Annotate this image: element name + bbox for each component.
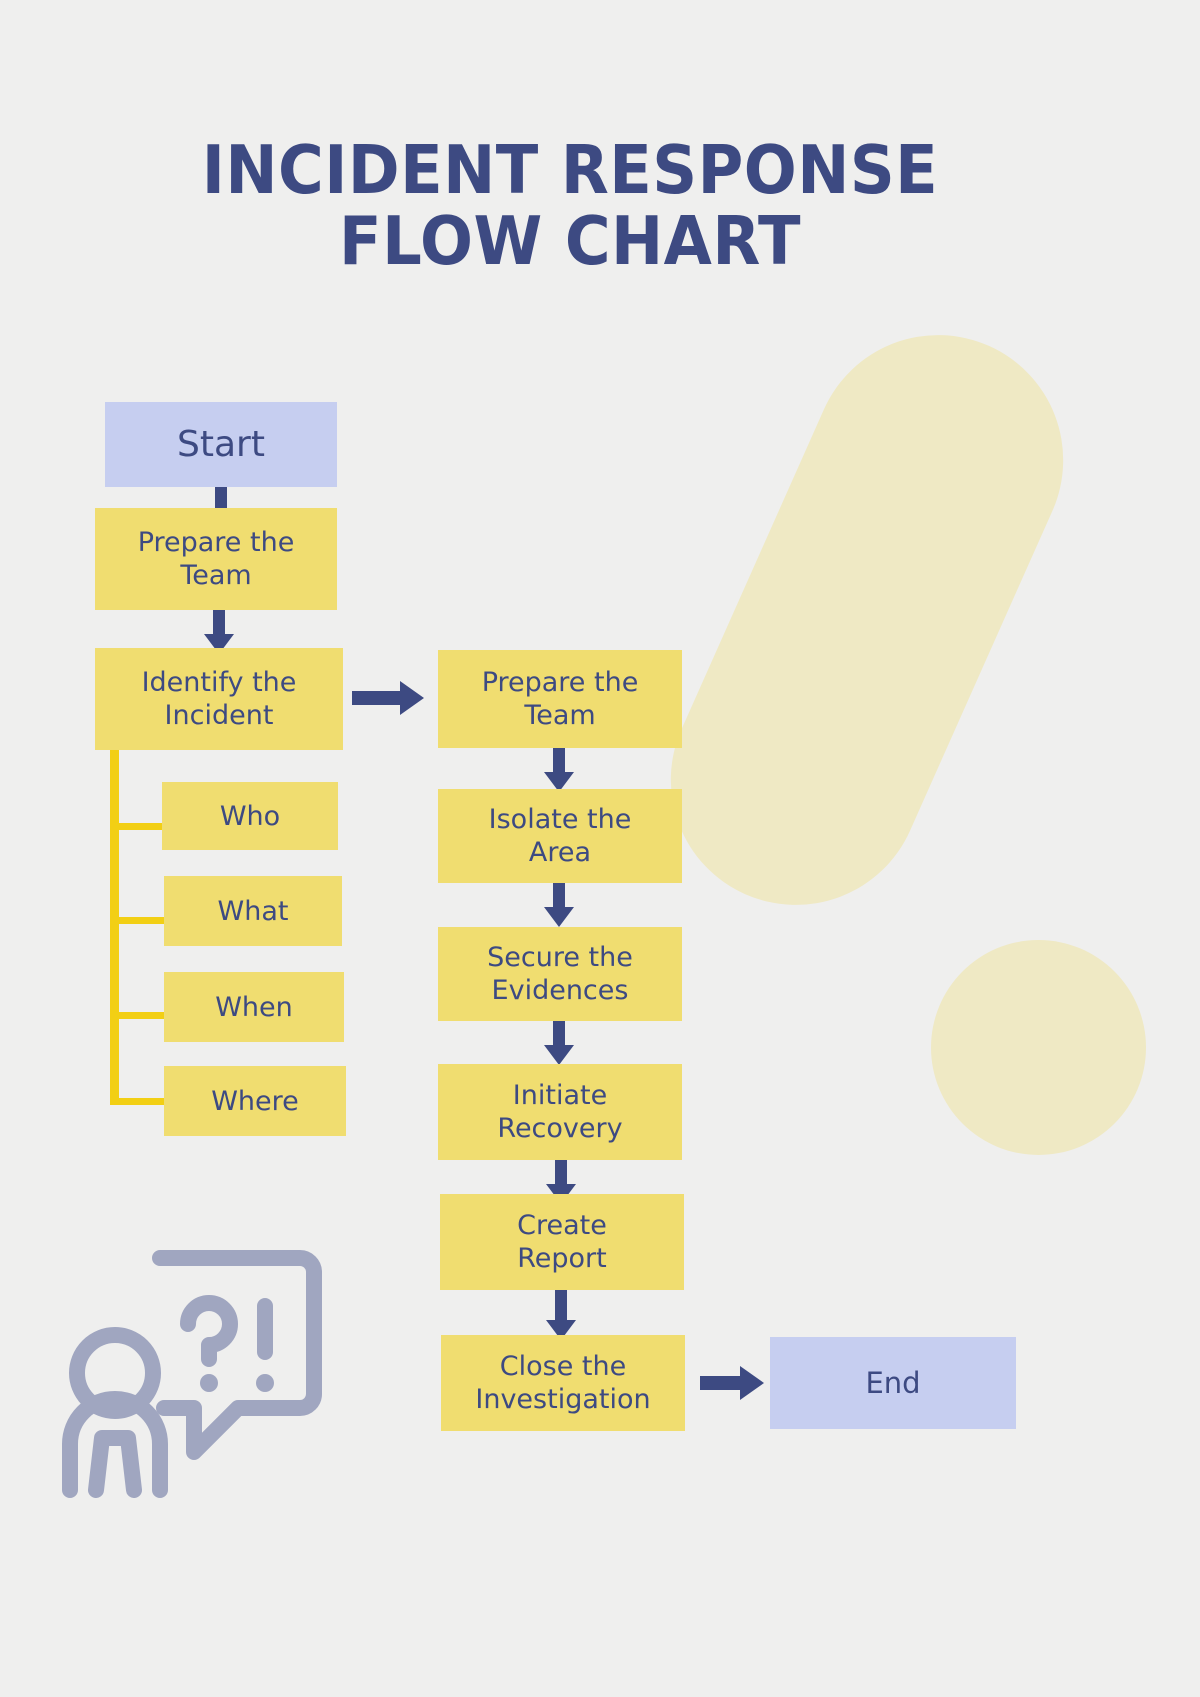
- node-prepare-team-right-line2: Team: [524, 700, 596, 731]
- node-start[interactable]: Start: [105, 402, 337, 487]
- node-secure-evidences-line1: Secure the: [487, 942, 633, 973]
- node-what[interactable]: What: [164, 876, 342, 946]
- speech-bubble-shape: [152, 1250, 322, 1460]
- node-isolate-area-line2: Area: [528, 837, 592, 868]
- node-where[interactable]: Where: [164, 1066, 346, 1136]
- node-create-report-line2: Report: [517, 1243, 607, 1274]
- bracket-connector-who: [119, 823, 167, 830]
- node-what-label: What: [217, 895, 289, 927]
- node-when-label: When: [215, 991, 293, 1023]
- bracket-connector-what: [119, 917, 167, 924]
- question-mark-dot: [200, 1374, 218, 1392]
- page-title: INCIDENT RESPONSE FLOW CHART: [40, 135, 1100, 277]
- node-initiate-recovery[interactable]: Initiate Recovery: [438, 1064, 682, 1160]
- exclamation-bar-decoration: [630, 295, 1104, 945]
- bracket-vertical-line: [110, 750, 119, 1105]
- node-create-report-line1: Create: [517, 1210, 607, 1241]
- question-mark-icon: [180, 1295, 238, 1367]
- node-close-investigation-line1: Close the: [499, 1351, 627, 1382]
- person-question-exclamation-icon: [60, 1228, 335, 1498]
- node-end-label: End: [865, 1365, 921, 1400]
- node-when[interactable]: When: [164, 972, 344, 1042]
- node-identify-incident[interactable]: Identify the Incident: [95, 648, 343, 750]
- page-title-line1: INCIDENT RESPONSE: [201, 131, 939, 209]
- page-title-line2: FLOW CHART: [339, 202, 801, 280]
- node-close-investigation[interactable]: Close the Investigation: [441, 1335, 685, 1431]
- node-where-label: Where: [211, 1085, 299, 1117]
- node-initiate-recovery-line1: Initiate: [512, 1080, 608, 1111]
- node-initiate-recovery-line2: Recovery: [497, 1113, 623, 1144]
- node-prepare-team-right[interactable]: Prepare the Team: [438, 650, 682, 748]
- node-end[interactable]: End: [770, 1337, 1016, 1429]
- node-prepare-team-right-line1: Prepare the: [481, 667, 639, 698]
- node-isolate-area-line1: Isolate the: [488, 804, 632, 835]
- node-prepare-team-left[interactable]: Prepare the Team: [95, 508, 337, 610]
- node-isolate-area[interactable]: Isolate the Area: [438, 789, 682, 883]
- node-identify-incident-line2: Incident: [164, 700, 274, 731]
- node-prepare-team-left-line2: Team: [180, 560, 252, 591]
- node-start-label: Start: [177, 424, 265, 465]
- node-who-label: Who: [219, 800, 281, 832]
- bracket-connector-when: [119, 1012, 167, 1019]
- node-who[interactable]: Who: [162, 782, 338, 850]
- exclamation-dot-decoration: [931, 940, 1146, 1155]
- node-secure-evidences-line2: Evidences: [491, 975, 629, 1006]
- node-close-investigation-line2: Investigation: [475, 1384, 651, 1415]
- node-identify-incident-line1: Identify the: [141, 667, 297, 698]
- person-legs-icon: [88, 1430, 142, 1498]
- node-create-report[interactable]: Create Report: [440, 1194, 684, 1290]
- node-secure-evidences[interactable]: Secure the Evidences: [438, 927, 682, 1021]
- flowchart-poster: INCIDENT RESPONSE FLOW CHART Start Prepa…: [0, 0, 1200, 1697]
- bracket-connector-where: [119, 1098, 167, 1105]
- exclamation-mark-dot: [256, 1374, 274, 1392]
- node-prepare-team-left-line1: Prepare the: [137, 527, 295, 558]
